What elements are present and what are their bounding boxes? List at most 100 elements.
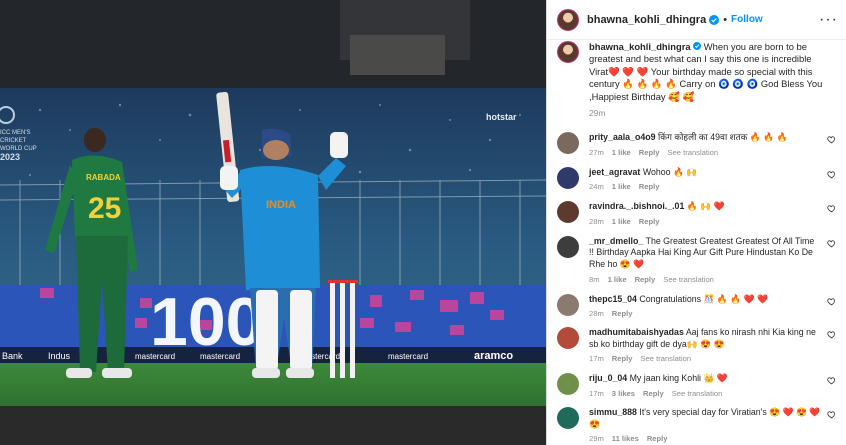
comment-list: prity_aala_o4o9 किंग कोहली का 49वा शतक 🔥…	[557, 132, 838, 443]
commenter-avatar[interactable]	[557, 166, 579, 189]
comment-item: simmu_888 It's very special day for Vira…	[557, 406, 838, 443]
caption-username[interactable]: bhawna_kohli_dhingra	[589, 41, 691, 52]
see-translation-link[interactable]: See translation	[663, 275, 714, 284]
commenter-avatar[interactable]	[557, 201, 579, 224]
follow-button[interactable]: Follow	[731, 14, 763, 25]
sponsor-aramco: aramco	[474, 350, 513, 362]
reply-button[interactable]: Reply	[639, 182, 660, 191]
comment-time: 27m	[589, 147, 604, 157]
comment-body: madhumitabaishyadas Aaj fans ko nirash n…	[589, 327, 821, 363]
commenter-avatar[interactable]	[557, 235, 579, 258]
post-header: bhawna_kohli_dhingra • Follow ···	[547, 0, 846, 40]
comment-body: _mr_dmello_ The Greatest Greatest Greate…	[589, 236, 821, 284]
commenter-username[interactable]: ravindra._.bishnoi._.01	[589, 201, 684, 211]
commenter-username[interactable]: prity_aala_o4o9	[589, 132, 656, 142]
heart-icon[interactable]	[827, 135, 836, 144]
commenter-username[interactable]: thepc15_04	[589, 294, 637, 304]
see-translation-link[interactable]: See translation	[640, 354, 691, 363]
comment-meta: 28m Reply	[589, 309, 821, 318]
reply-button[interactable]: Reply	[612, 354, 633, 363]
reply-button[interactable]: Reply	[639, 217, 660, 226]
comment-text: 🔥 🙌 ❤️	[686, 201, 725, 212]
commenter-avatar[interactable]	[557, 373, 579, 396]
jersey-name: RABADA	[86, 173, 121, 182]
heart-icon[interactable]	[827, 239, 836, 248]
comment-body: simmu_888 It's very special day for Vira…	[589, 407, 821, 443]
comment-body: riju_0_04 My jaan king Kohli 👑 ❤️ 17m 3 li…	[589, 373, 821, 398]
heart-icon[interactable]	[827, 330, 836, 339]
sponsor-indus: Indus	[48, 351, 71, 361]
comment-body: jeet_agravat Wohoo 🔥 🙌 24m 1 like Reply	[589, 167, 821, 192]
comment-meta: 8m 1 like Reply See translation	[589, 275, 821, 284]
reply-button[interactable]: Reply	[635, 275, 656, 284]
comment-likes[interactable]: 11 likes	[612, 434, 639, 443]
comment-time: 8m	[589, 274, 600, 284]
heart-icon[interactable]	[827, 410, 836, 419]
verified-badge-icon	[709, 14, 720, 25]
sponsor-mastercard-4: mastercard	[388, 352, 428, 361]
heart-icon[interactable]	[827, 376, 836, 385]
heart-icon[interactable]	[827, 204, 836, 213]
heart-icon[interactable]	[827, 170, 836, 179]
sponsor-mastercard-2: mastercard	[200, 352, 240, 361]
see-translation-link[interactable]: See translation	[667, 148, 718, 157]
commenter-username[interactable]: madhumitabaishyadas	[589, 327, 684, 337]
commenter-username[interactable]: simmu_888	[589, 407, 637, 417]
comment-time: 29m	[589, 434, 604, 444]
comment-meta: 17m Reply See translation	[589, 354, 821, 363]
commenter-username[interactable]: _mr_dmello_	[589, 236, 643, 246]
author-username[interactable]: bhawna_kohli_dhingra	[587, 14, 706, 26]
post-photo[interactable]: 100 Bank Indus mastercard mastercard mas…	[0, 0, 546, 445]
comment-time: 24m	[589, 182, 604, 192]
comment-likes[interactable]: 3 likes	[612, 389, 635, 398]
reply-button[interactable]: Reply	[639, 148, 660, 157]
sponsor-bank: Bank	[2, 351, 23, 361]
comment-text: My jaan king Kohli 👑 ❤️	[629, 373, 728, 384]
shirt-text: INDIA	[266, 199, 296, 211]
reply-button[interactable]: Reply	[643, 389, 664, 398]
comment-likes[interactable]: 1 like	[612, 182, 631, 191]
comment-time: 28m	[589, 309, 604, 319]
caption-time: 29m	[589, 108, 606, 119]
broadcaster-logo: hotstar	[486, 112, 517, 122]
comment-item: prity_aala_o4o9 किंग कोहली का 49वा शतक 🔥…	[557, 132, 838, 157]
jersey-number: 25	[88, 192, 121, 225]
stumps	[328, 280, 358, 378]
reply-button[interactable]: Reply	[612, 309, 633, 318]
svg-text:CRICKET: CRICKET	[0, 138, 27, 144]
comment-item: riju_0_04 My jaan king Kohli 👑 ❤️ 17m 3 li…	[557, 373, 838, 398]
comment-likes[interactable]: 1 like	[608, 275, 627, 284]
comment-item: jeet_agravat Wohoo 🔥 🙌 24m 1 like Reply	[557, 166, 838, 192]
author-avatar[interactable]	[557, 8, 579, 31]
commenter-username[interactable]: riju_0_04	[589, 373, 627, 383]
see-translation-link[interactable]: See translation	[672, 389, 723, 398]
caption-avatar[interactable]	[557, 41, 579, 63]
comments-thread[interactable]: bhawna_kohli_dhingra When you are born t…	[547, 41, 846, 443]
comment-text: Wohoo 🔥 🙌	[642, 166, 698, 177]
commenter-avatar[interactable]	[557, 293, 579, 316]
commenter-avatar[interactable]	[557, 406, 579, 429]
comment-text: किंग कोहली का 49वा शतक 🔥 🔥 🔥	[657, 132, 788, 143]
commenter-username[interactable]: jeet_agravat	[589, 167, 640, 177]
comment-item: ravindra._.bishnoi._.01 🔥 🙌 ❤️ 28m 1 like R…	[557, 201, 838, 226]
comment-item: madhumitabaishyadas Aaj fans ko nirash n…	[557, 327, 838, 363]
commenter-avatar[interactable]	[557, 132, 579, 155]
comment-meta: 17m 3 likes Reply See translation	[589, 389, 821, 398]
comment-item: thepc15_04 Congratulations 🎊 🔥 🔥 ❤️ ❤️ 28…	[557, 293, 838, 318]
comment-meta: 29m 11 likes Reply	[589, 434, 821, 443]
comment-body: prity_aala_o4o9 किंग कोहली का 49वा शतक 🔥…	[589, 132, 821, 157]
svg-text:2023: 2023	[0, 152, 20, 162]
reply-button[interactable]: Reply	[647, 434, 668, 443]
comment-body: ravindra._.bishnoi._.01 🔥 🙌 ❤️ 28m 1 like R…	[589, 201, 821, 226]
comment-text: Congratulations 🎊 🔥 🔥 ❤️ ❤️	[639, 293, 768, 304]
separator-dot: •	[723, 13, 728, 26]
commenter-avatar[interactable]	[557, 327, 579, 350]
caption-text: bhawna_kohli_dhingra When you are born t…	[589, 41, 829, 103]
comment-meta: 24m 1 like Reply	[589, 182, 821, 191]
comment-likes[interactable]: 1 like	[612, 148, 631, 157]
heart-icon[interactable]	[827, 297, 836, 306]
comment-meta: 27m 1 like Reply See translation	[589, 148, 821, 157]
more-options-icon[interactable]: ···	[819, 11, 838, 28]
verified-badge-icon	[693, 42, 702, 50]
comment-likes[interactable]: 1 like	[612, 217, 631, 226]
